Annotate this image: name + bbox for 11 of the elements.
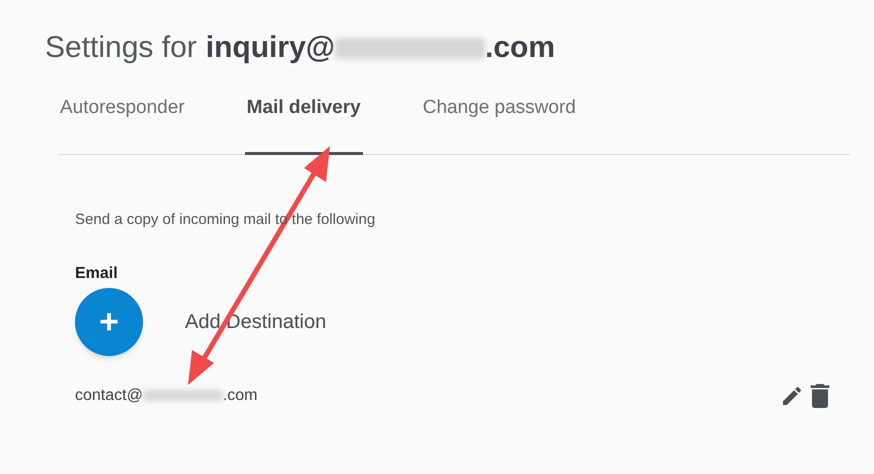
account-name: inquiry@: [206, 30, 336, 66]
field-label: Email: [75, 264, 119, 284]
destination-email: contact@: [75, 386, 143, 406]
tab[interactable]: Autoresponder: [58, 96, 187, 155]
account-domain: .com: [485, 30, 556, 66]
destination-domain: .com: [222, 386, 258, 406]
add-button[interactable]: +: [75, 288, 143, 356]
page-title: Settings for: [45, 30, 197, 66]
trash-icon[interactable]: [810, 384, 830, 408]
tab[interactable]: Change password: [420, 96, 578, 155]
add-destination-link[interactable]: Add Destination: [185, 306, 326, 336]
